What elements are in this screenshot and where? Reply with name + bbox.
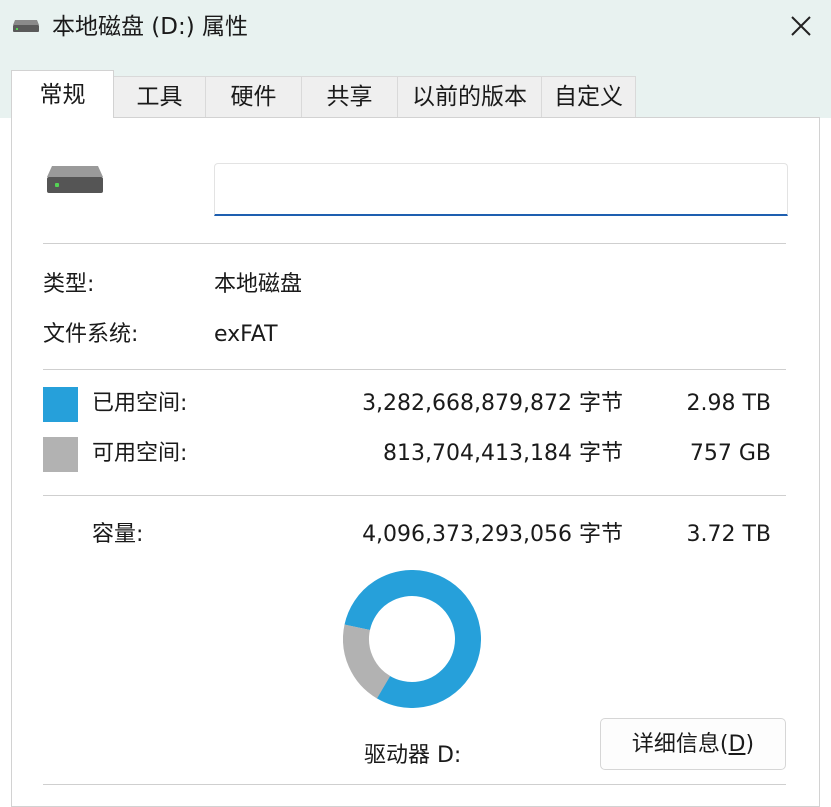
window-title: 本地磁盘 (D:) 属性	[52, 14, 249, 40]
tab-previous-versions[interactable]: 以前的版本	[397, 76, 542, 117]
separator	[43, 784, 786, 785]
details-button-suffix: )	[745, 732, 755, 757]
drive-name-input[interactable]	[214, 163, 788, 216]
separator	[43, 369, 786, 370]
used-space-size: 2.98 TB	[686, 391, 771, 416]
free-space-label: 可用空间:	[92, 441, 188, 466]
free-space-swatch	[43, 437, 78, 472]
capacity-bytes: 4,096,373,293,056 字节	[362, 522, 623, 547]
details-button-label: 详细信息(	[631, 732, 729, 757]
filesystem-label: 文件系统:	[43, 322, 139, 347]
tab-sharing[interactable]: 共享	[301, 76, 398, 117]
tab-hardware[interactable]: 硬件	[205, 76, 302, 117]
disk-usage-donut-chart	[343, 570, 481, 708]
capacity-label: 容量:	[92, 522, 144, 547]
details-button-accel: D	[728, 732, 746, 757]
close-icon[interactable]	[785, 10, 817, 42]
used-space-swatch	[43, 387, 78, 422]
drive-letter-label: 驱动器 D:	[364, 743, 462, 768]
free-space-bytes: 813,704,413,184 字节	[383, 441, 623, 466]
free-space-size: 757 GB	[689, 441, 771, 466]
used-space-bytes: 3,282,668,879,872 字节	[362, 391, 623, 416]
used-space-label: 已用空间:	[92, 391, 188, 416]
separator	[43, 495, 786, 496]
tab-general[interactable]: 常规	[11, 70, 114, 118]
tab-tools[interactable]: 工具	[113, 76, 206, 117]
filesystem-value: exFAT	[214, 322, 278, 347]
tab-customize[interactable]: 自定义	[541, 76, 636, 117]
capacity-size: 3.72 TB	[686, 522, 771, 547]
type-value: 本地磁盘	[214, 272, 303, 297]
type-label: 类型:	[43, 272, 95, 297]
drive-icon	[13, 20, 39, 32]
separator	[43, 243, 786, 244]
details-button[interactable]: 详细信息(D)	[600, 718, 786, 770]
hard-drive-icon	[47, 166, 103, 193]
